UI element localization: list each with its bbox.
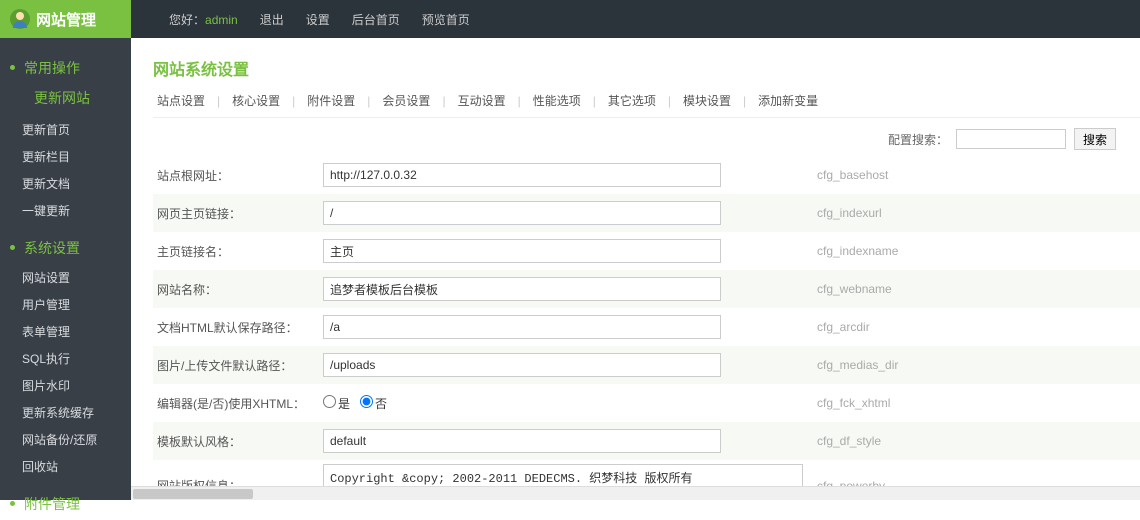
side-item-update-doc[interactable]: 更新文档	[0, 170, 131, 197]
config-radio-cfg_fck_xhtml: 是否	[323, 395, 737, 412]
config-input-cfg_df_style[interactable]	[323, 429, 721, 453]
link-settings[interactable]: 设置	[306, 11, 330, 28]
config-control	[323, 315, 737, 339]
side-item-site-settings[interactable]: 网站设置	[0, 264, 131, 291]
config-key: cfg_indexname	[737, 244, 898, 258]
tab-core[interactable]: 核心设置	[228, 92, 284, 109]
tab-attach[interactable]: 附件设置	[303, 92, 359, 109]
radio-no[interactable]: 否	[360, 395, 387, 412]
page-title: 网站系统设置	[153, 56, 1140, 80]
config-label: 站点根网址：	[153, 167, 323, 184]
side-item-form-mgmt[interactable]: 表单管理	[0, 318, 131, 345]
config-label: 文档HTML默认保存路径：	[153, 319, 323, 336]
config-control: 是否	[323, 395, 737, 412]
tab-addvar[interactable]: 添加新变量	[754, 92, 822, 109]
radio-yes[interactable]: 是	[323, 395, 350, 412]
scrollbar-thumb[interactable]	[133, 489, 253, 499]
config-row-cfg_arcdir: 文档HTML默认保存路径： cfg_arcdir	[153, 308, 1140, 346]
config-row-cfg_fck_xhtml: 编辑器(是/否)使用XHTML：是否cfg_fck_xhtml	[153, 384, 1140, 422]
config-row-cfg_indexurl: 网页主页链接： cfg_indexurl	[153, 194, 1140, 232]
sidebar: 常用操作 更新网站 更新首页 更新栏目 更新文档 一键更新 系统设置 网站设置 …	[0, 38, 131, 500]
config-input-cfg_indexname[interactable]	[323, 239, 721, 263]
tab-bar: 站点设置| 核心设置| 附件设置| 会员设置| 互动设置| 性能选项| 其它选项…	[153, 92, 1140, 118]
config-row-cfg_indexname: 主页链接名： cfg_indexname	[153, 232, 1140, 270]
side-item-recycle[interactable]: 回收站	[0, 453, 131, 480]
side-item-sql[interactable]: SQL执行	[0, 345, 131, 372]
config-input-cfg_webname[interactable]	[323, 277, 721, 301]
side-item-update-home[interactable]: 更新首页	[0, 116, 131, 143]
hello-label: 您好：	[169, 13, 205, 27]
config-search-button[interactable]: 搜索	[1074, 128, 1116, 150]
config-key: cfg_medias_dir	[737, 358, 898, 372]
config-input-cfg_indexurl[interactable]	[323, 201, 721, 225]
config-input-cfg_basehost[interactable]	[323, 163, 721, 187]
side-item-update-column[interactable]: 更新栏目	[0, 143, 131, 170]
config-control	[323, 201, 737, 225]
main-area: 网站系统设置 站点设置| 核心设置| 附件设置| 会员设置| 互动设置| 性能选…	[131, 38, 1140, 500]
side-item-update-all[interactable]: 一键更新	[0, 197, 131, 224]
side-group-attach[interactable]: 附件管理	[0, 488, 131, 520]
radio-yes-input[interactable]	[323, 395, 336, 408]
link-logout[interactable]: 退出	[260, 11, 284, 28]
topbar: 网站管理 您好：admin 退出 设置 后台首页 预览首页	[0, 0, 1140, 38]
tab-other[interactable]: 其它选项	[604, 92, 660, 109]
side-sub-update-site[interactable]: 更新网站	[0, 84, 131, 116]
config-input-cfg_medias_dir[interactable]	[323, 353, 721, 377]
config-key: cfg_df_style	[737, 434, 881, 448]
tab-member[interactable]: 会员设置	[378, 92, 434, 109]
config-control	[323, 429, 737, 453]
config-search-label: 配置搜索：	[888, 131, 948, 148]
config-label: 网页主页链接：	[153, 205, 323, 222]
config-label: 编辑器(是/否)使用XHTML：	[153, 395, 323, 412]
config-row-cfg_webname: 网站名称： cfg_webname	[153, 270, 1140, 308]
side-item-update-cache[interactable]: 更新系统缓存	[0, 399, 131, 426]
tab-site[interactable]: 站点设置	[153, 92, 209, 109]
config-row-cfg_df_style: 模板默认风格： cfg_df_style	[153, 422, 1140, 460]
brand-text: 网站管理	[36, 9, 96, 30]
config-search-row: 配置搜索： 搜索	[153, 122, 1140, 156]
link-preview-home[interactable]: 预览首页	[422, 11, 470, 28]
config-control	[323, 163, 737, 187]
radio-no-input[interactable]	[360, 395, 373, 408]
config-key: cfg_basehost	[737, 168, 888, 182]
config-form: 站点根网址： cfg_basehost 网页主页链接： cfg_indexurl 主页链…	[153, 156, 1140, 500]
config-key: cfg_indexurl	[737, 206, 882, 220]
config-key: cfg_fck_xhtml	[737, 396, 890, 410]
config-control	[323, 353, 737, 377]
tab-module[interactable]: 模块设置	[679, 92, 735, 109]
config-label: 图片/上传文件默认路径：	[153, 357, 323, 374]
side-item-backup[interactable]: 网站备份/还原	[0, 426, 131, 453]
side-item-watermark[interactable]: 图片水印	[0, 372, 131, 399]
hello-block: 您好：admin	[169, 11, 238, 28]
config-search-input[interactable]	[956, 129, 1066, 149]
admin-name[interactable]: admin	[205, 13, 238, 27]
horizontal-scrollbar[interactable]	[131, 486, 1140, 500]
config-label: 网站名称：	[153, 281, 323, 298]
config-input-cfg_arcdir[interactable]	[323, 315, 721, 339]
brand-block: 网站管理	[0, 0, 131, 38]
config-row-cfg_basehost: 站点根网址： cfg_basehost	[153, 156, 1140, 194]
link-admin-home[interactable]: 后台首页	[352, 11, 400, 28]
config-label: 主页链接名：	[153, 243, 323, 260]
side-group-common[interactable]: 常用操作	[0, 52, 131, 84]
tab-interact[interactable]: 互动设置	[454, 92, 510, 109]
side-item-user-mgmt[interactable]: 用户管理	[0, 291, 131, 318]
config-key: cfg_webname	[737, 282, 892, 296]
config-control	[323, 277, 737, 301]
side-group-system[interactable]: 系统设置	[0, 232, 131, 264]
config-control	[323, 239, 737, 263]
config-key: cfg_arcdir	[737, 320, 870, 334]
config-row-cfg_medias_dir: 图片/上传文件默认路径： cfg_medias_dir	[153, 346, 1140, 384]
tab-perf[interactable]: 性能选项	[529, 92, 585, 109]
top-links: 您好：admin 退出 设置 后台首页 预览首页	[169, 11, 470, 28]
avatar-icon	[10, 9, 30, 29]
config-label: 模板默认风格：	[153, 433, 323, 450]
